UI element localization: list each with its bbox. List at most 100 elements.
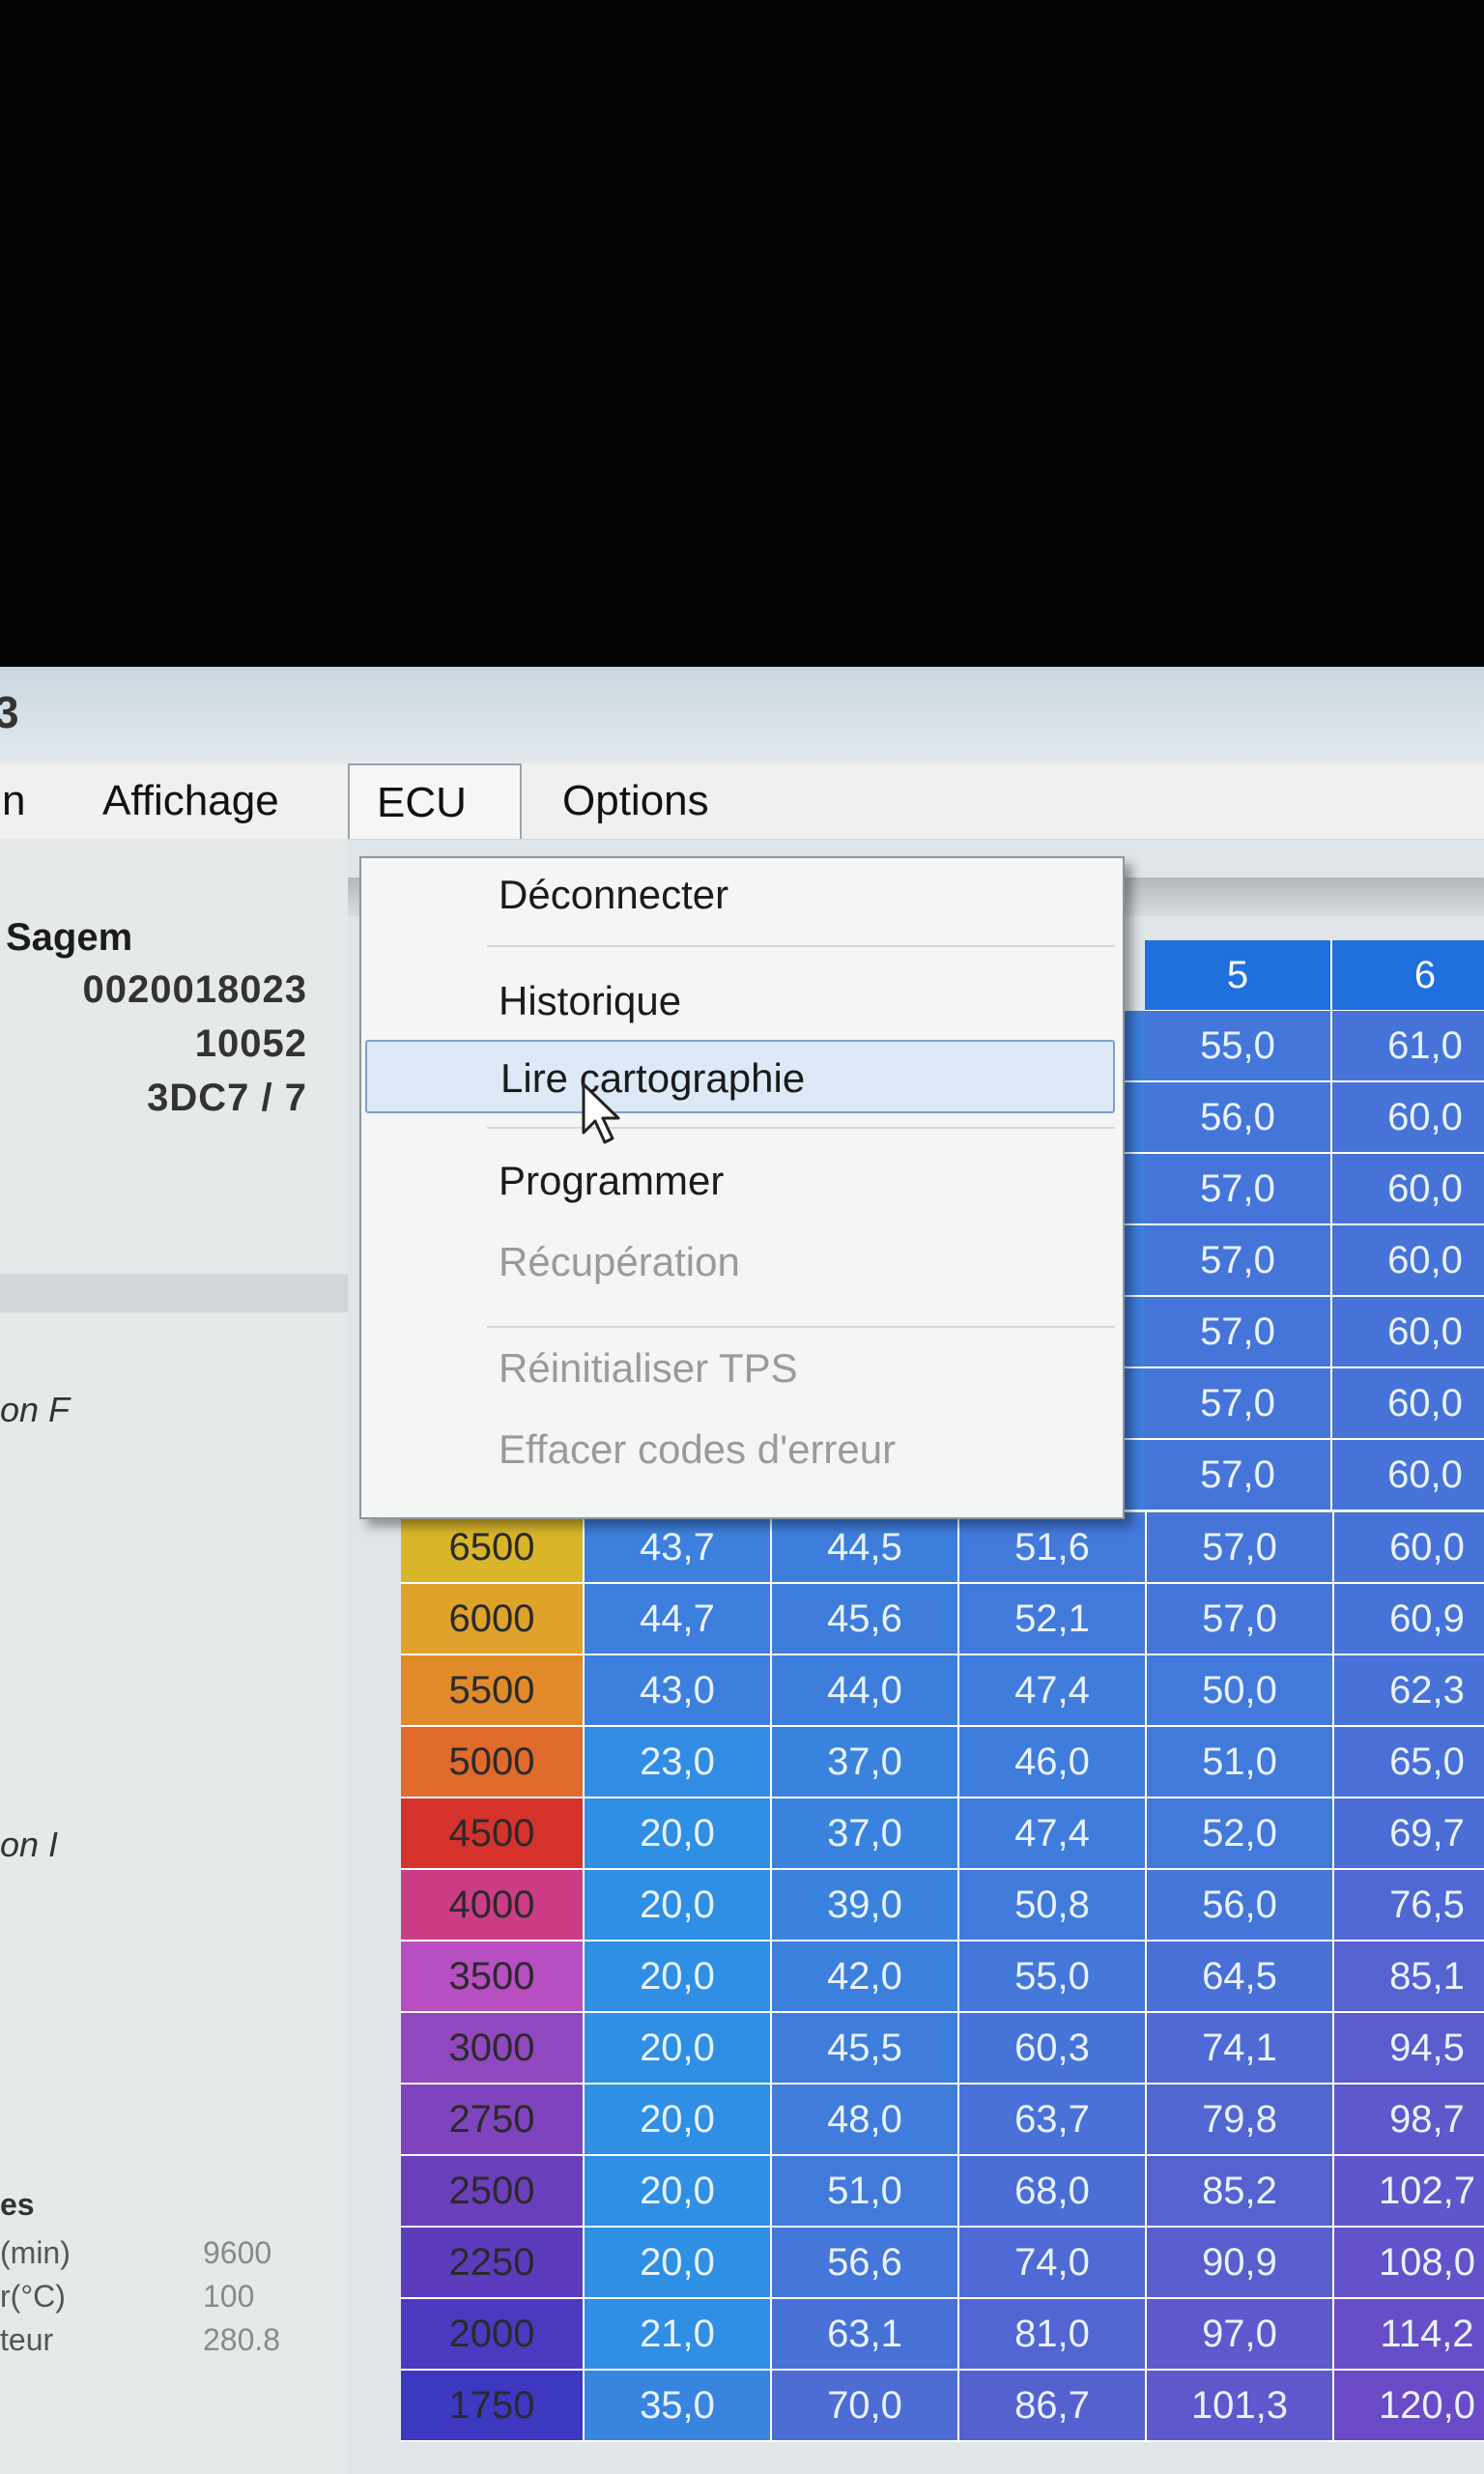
rpm-cell[interactable]: 6000 [401,1584,585,1655]
table-cell[interactable]: 61,0 [1332,1011,1484,1082]
menu-item-programmer[interactable]: Programmer [365,1144,1115,1218]
table-cell[interactable]: 97,0 [1147,2299,1334,2371]
table-cell[interactable]: 39,0 [772,1870,959,1942]
table-cell[interactable]: 79,8 [1147,2085,1334,2156]
table-cell[interactable]: 81,0 [959,2299,1147,2371]
table-cell[interactable]: 51,6 [959,1512,1147,1584]
table-cell[interactable]: 60,9 [1334,1584,1484,1655]
rpm-cell[interactable]: 3500 [401,1942,585,2013]
table-cell[interactable]: 120,0 [1334,2371,1484,2442]
rpm-cell[interactable]: 5500 [401,1655,585,1727]
table-cell[interactable]: 63,1 [772,2299,959,2371]
table-cell[interactable]: 20,0 [585,2228,772,2299]
table-cell[interactable]: 57,0 [1147,1512,1334,1584]
table-cell[interactable]: 20,0 [585,1942,772,2013]
table-cell[interactable]: 60,0 [1332,1297,1484,1368]
table-cell[interactable]: 20,0 [585,2013,772,2085]
table-cell[interactable]: 55,0 [959,1942,1147,2013]
table-cell[interactable]: 65,0 [1334,1727,1484,1798]
table-cell[interactable]: 69,7 [1334,1798,1484,1870]
table-cell[interactable]: 20,0 [585,1798,772,1870]
rpm-cell[interactable]: 2000 [401,2299,585,2371]
table-cell[interactable]: 114,2 [1334,2299,1484,2371]
menu-file[interactable]: n [0,763,52,839]
table-cell[interactable]: 51,0 [772,2156,959,2228]
table-cell[interactable]: 43,0 [585,1655,772,1727]
table-cell[interactable]: 85,2 [1147,2156,1334,2228]
table-cell[interactable]: 74,0 [959,2228,1147,2299]
rpm-cell[interactable]: 6500 [401,1512,585,1584]
table-cell[interactable]: 56,6 [772,2228,959,2299]
table-cell[interactable]: 60,0 [1334,1512,1484,1584]
table-cell[interactable]: 44,0 [772,1655,959,1727]
table-cell[interactable]: 44,7 [585,1584,772,1655]
table-cell[interactable]: 86,7 [959,2371,1147,2442]
table-cell[interactable]: 57,0 [1145,1225,1332,1297]
table-cell[interactable]: 60,0 [1332,1368,1484,1440]
table-cell[interactable]: 76,5 [1334,1870,1484,1942]
table-cell[interactable]: 20,0 [585,2156,772,2228]
column-header[interactable]: 5 [1145,940,1332,1012]
table-cell[interactable]: 60,3 [959,2013,1147,2085]
table-cell[interactable]: 57,0 [1145,1154,1332,1225]
table-cell[interactable]: 20,0 [585,1870,772,1942]
table-cell[interactable]: 55,0 [1145,1011,1332,1082]
rpm-cell[interactable]: 2500 [401,2156,585,2228]
table-cell[interactable]: 102,7 [1334,2156,1484,2228]
table-cell[interactable]: 50,0 [1147,1655,1334,1727]
rpm-cell[interactable]: 5000 [401,1727,585,1798]
table-cell[interactable]: 74,1 [1147,2013,1334,2085]
column-header[interactable]: 6 [1332,940,1484,1012]
table-cell[interactable]: 52,0 [1147,1798,1334,1870]
table-cell[interactable]: 47,4 [959,1798,1147,1870]
menu-affichage[interactable]: Affichage [75,763,306,839]
table-cell[interactable]: 90,9 [1147,2228,1334,2299]
table-cell[interactable]: 101,3 [1147,2371,1334,2442]
table-cell[interactable]: 60,0 [1332,1225,1484,1297]
table-cell[interactable]: 62,3 [1334,1655,1484,1727]
table-cell[interactable]: 57,0 [1145,1297,1332,1368]
rpm-cell[interactable]: 4000 [401,1870,585,1942]
table-cell[interactable]: 57,0 [1145,1440,1332,1511]
table-cell[interactable]: 57,0 [1145,1368,1332,1440]
table-cell[interactable]: 60,0 [1332,1082,1484,1154]
rpm-cell[interactable]: 2250 [401,2228,585,2299]
menu-options[interactable]: Options [535,763,736,839]
rpm-cell[interactable]: 2750 [401,2085,585,2156]
table-cell[interactable]: 50,8 [959,1870,1147,1942]
table-cell[interactable]: 56,0 [1147,1870,1334,1942]
table-cell[interactable]: 20,0 [585,2085,772,2156]
rpm-cell[interactable]: 3000 [401,2013,585,2085]
table-cell[interactable]: 37,0 [772,1798,959,1870]
table-cell[interactable]: 47,4 [959,1655,1147,1727]
menu-ecu[interactable]: ECU [348,763,522,839]
table-cell[interactable]: 21,0 [585,2299,772,2371]
table-cell[interactable]: 52,1 [959,1584,1147,1655]
table-cell[interactable]: 94,5 [1334,2013,1484,2085]
table-cell[interactable]: 68,0 [959,2156,1147,2228]
table-cell[interactable]: 63,7 [959,2085,1147,2156]
table-cell[interactable]: 51,0 [1147,1727,1334,1798]
rpm-cell[interactable]: 1750 [401,2371,585,2442]
table-cell[interactable]: 23,0 [585,1727,772,1798]
table-cell[interactable]: 45,6 [772,1584,959,1655]
table-cell[interactable]: 60,0 [1332,1154,1484,1225]
table-cell[interactable]: 57,0 [1147,1584,1334,1655]
table-cell[interactable]: 46,0 [959,1727,1147,1798]
table-cell[interactable]: 37,0 [772,1727,959,1798]
rpm-cell[interactable]: 4500 [401,1798,585,1870]
menu-item-historique[interactable]: Historique [365,964,1115,1038]
table-cell[interactable]: 64,5 [1147,1942,1334,2013]
table-cell[interactable]: 45,5 [772,2013,959,2085]
table-cell[interactable]: 44,5 [772,1512,959,1584]
table-cell[interactable]: 43,7 [585,1512,772,1584]
table-cell[interactable]: 48,0 [772,2085,959,2156]
table-cell[interactable]: 60,0 [1332,1440,1484,1511]
table-cell[interactable]: 35,0 [585,2371,772,2442]
table-cell[interactable]: 70,0 [772,2371,959,2442]
table-cell[interactable]: 56,0 [1145,1082,1332,1154]
table-cell[interactable]: 42,0 [772,1942,959,2013]
menu-item-lire-cartographie[interactable]: Lire cartographie [365,1040,1115,1113]
table-cell[interactable]: 108,0 [1334,2228,1484,2299]
menu-item-deconnecter[interactable]: Déconnecter [365,858,1115,932]
